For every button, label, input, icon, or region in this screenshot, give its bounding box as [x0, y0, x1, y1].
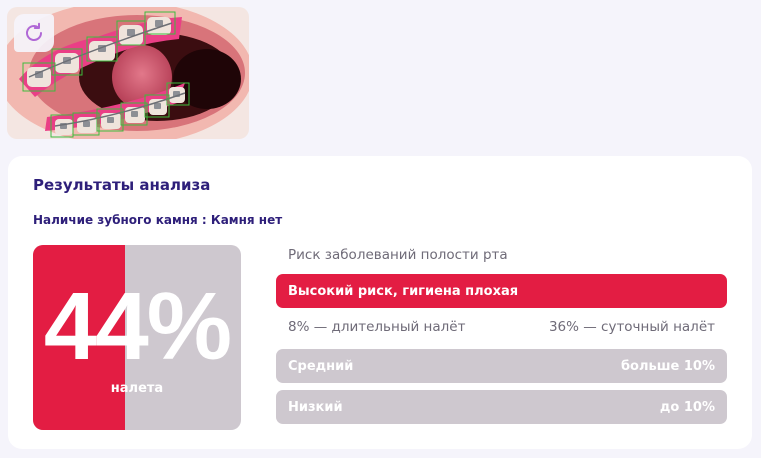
risk-medium-label: Средний	[288, 358, 354, 374]
risk-low-label: Низкий	[288, 399, 343, 415]
daily-plaque: 36% — суточный налёт	[548, 319, 715, 335]
plaque-breakdown: 8% — длительный налёт 36% — суточный нал…	[288, 319, 715, 335]
teeth-photo	[7, 7, 249, 139]
risk-level-medium[interactable]: Средний больше 10%	[276, 349, 727, 383]
calculus-status: Наличие зубного камня : Камня нет	[33, 213, 283, 227]
refresh-button[interactable]	[14, 14, 54, 52]
risk-medium-range: больше 10%	[620, 358, 715, 374]
long-term-plaque: 8% — длительный налёт	[288, 319, 466, 335]
plaque-percentage-box: 44% налета	[33, 245, 241, 430]
risk-level-high[interactable]: Высокий риск, гигиена плохая	[276, 274, 727, 308]
analysis-results-card: Результаты анализа Наличие зубного камня…	[8, 156, 752, 449]
risk-high-label: Высокий риск, гигиена плохая	[288, 283, 519, 299]
risk-level-low[interactable]: Низкий до 10%	[276, 390, 727, 424]
refresh-icon	[26, 22, 42, 41]
risk-title: Риск заболеваний полости рта	[288, 247, 508, 263]
card-title: Результаты анализа	[33, 176, 211, 194]
plaque-percentage: 44%	[43, 273, 232, 380]
risk-low-range: до 10%	[659, 399, 715, 415]
plaque-label: налета	[110, 381, 164, 396]
